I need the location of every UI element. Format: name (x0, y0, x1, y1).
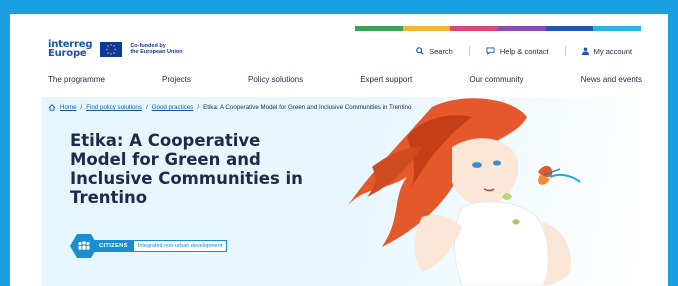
breadcrumb-home-link[interactable]: Home (60, 104, 77, 111)
breadcrumb: Home / Find policy solutions / Good prac… (48, 104, 411, 111)
help-contact-link[interactable]: Help & contact (486, 47, 549, 56)
breadcrumb-current: Etika: A Cooperative Model for Green and… (203, 104, 412, 111)
divider (564, 46, 566, 56)
breadcrumb-good-practices-link[interactable]: Good practices (152, 104, 194, 111)
breadcrumb-separator: / (145, 104, 148, 111)
search-label: Search (429, 46, 453, 56)
nav-item-programme[interactable]: The programme (48, 75, 105, 84)
site-logo[interactable]: interreg Europe Co-funded by the Europea… (48, 39, 183, 59)
nav-item-expert-support[interactable]: Expert support (360, 75, 412, 84)
breadcrumb-separator: / (80, 104, 83, 111)
my-account-link[interactable]: My account (581, 46, 632, 56)
page-title: Etika: A Cooperative Model for Green and… (70, 131, 303, 207)
divider (468, 46, 470, 56)
category-tag[interactable]: Integrated non-urban development (132, 240, 228, 252)
chat-bubble-icon (486, 47, 495, 55)
breadcrumb-separator: / (197, 104, 200, 111)
theme-tag: CITIZENS Integrated non-urban developmen… (70, 234, 228, 258)
hero-banner: Home / Find policy solutions / Good prac… (42, 97, 642, 286)
user-icon (581, 47, 589, 55)
citizens-hexagon (70, 234, 98, 258)
help-label: Help & contact (499, 46, 549, 56)
breadcrumb-find-policy-link[interactable]: Find policy solutions (86, 104, 142, 111)
people-icon (78, 241, 90, 250)
eu-flag-icon (100, 41, 123, 57)
interreg-logo: interreg Europe (48, 39, 93, 59)
account-label: My account (593, 46, 632, 56)
home-icon (48, 104, 56, 111)
nav-item-projects[interactable]: Projects (162, 75, 191, 84)
eu-cofunded-text: Co-funded by the European Union (130, 42, 183, 56)
page-frame: interreg Europe Co-funded by the Europea… (10, 14, 668, 286)
nav-item-policy-solutions[interactable]: Policy solutions (248, 75, 303, 84)
hero-illustration (347, 98, 581, 286)
utility-nav: Search Help & contact My account (416, 46, 632, 56)
nav-item-news-events[interactable]: News and events (581, 75, 642, 84)
main-nav: The programme Projects Policy solutions … (48, 75, 642, 84)
color-strip (355, 26, 642, 31)
search-icon (416, 47, 424, 55)
search-link[interactable]: Search (416, 47, 453, 56)
citizens-tag-label[interactable]: CITIZENS (94, 240, 133, 252)
nav-item-community[interactable]: Our community (469, 75, 523, 84)
